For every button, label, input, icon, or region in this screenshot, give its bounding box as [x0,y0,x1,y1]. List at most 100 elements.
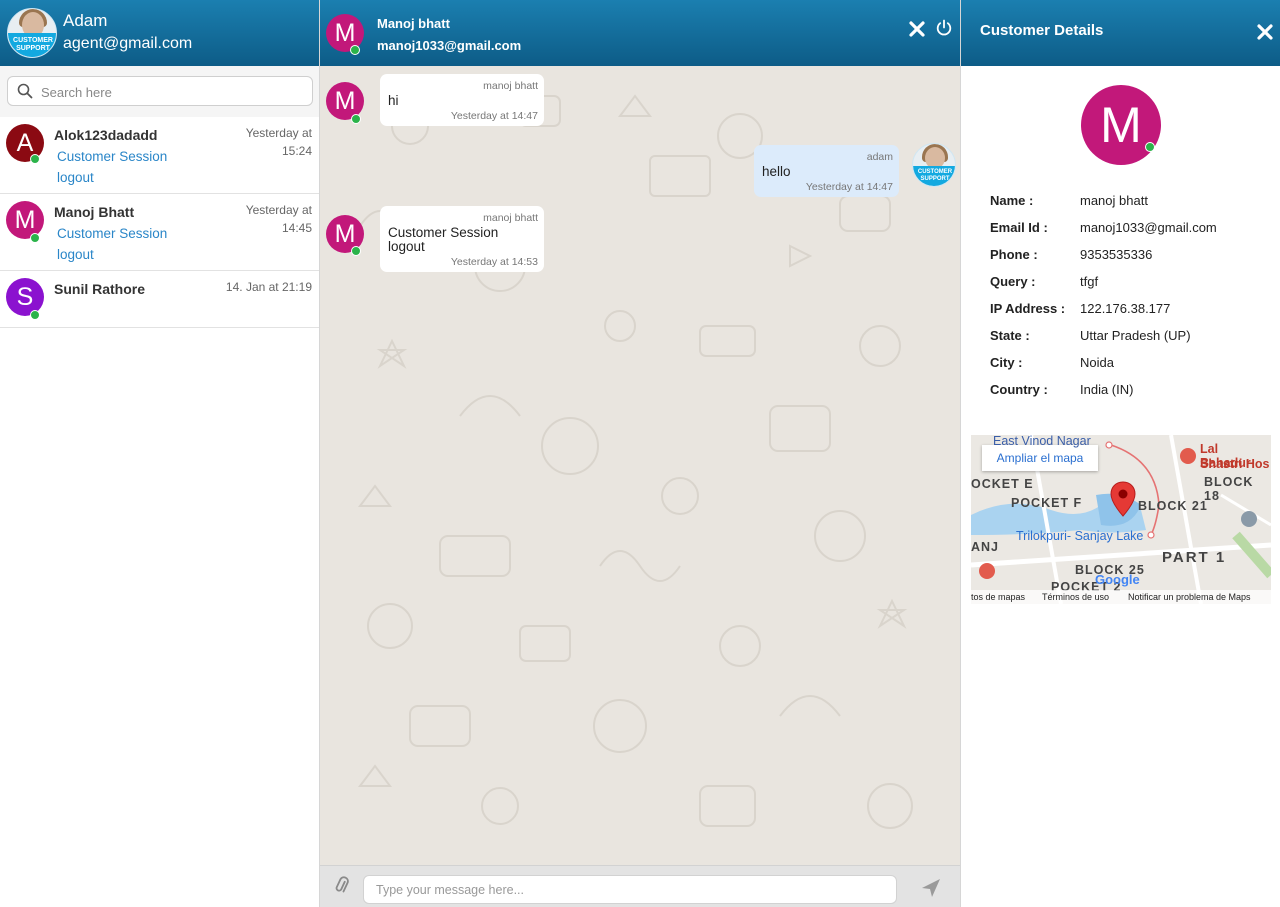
conversation-name: Sunil Rathore [54,281,146,297]
agent-email: agent@gmail.com [63,35,193,52]
detail-row-email: Email Id : manoj1033@gmail.com [990,220,1270,240]
online-status-icon [350,45,360,55]
map-label: Trilokpuri- Sanjay Lake [1016,529,1144,543]
detail-label: IP Address : [990,301,1066,316]
search-input[interactable] [41,82,301,102]
detail-value: 9353535336 [1080,247,1153,262]
search-bar [0,66,319,117]
location-map[interactable]: Ampliar el mapa East Vinod Nagar Lal Bah… [971,435,1271,604]
time-line-1: Yesterday at [245,126,312,140]
peer-name: Manoj bhatt [377,16,450,31]
search-box [7,76,313,106]
map-label: Shastri Hos [1200,457,1270,471]
detail-row-name: Name : manoj bhatt [990,193,1270,213]
message-time: Yesterday at 14:47 [805,181,893,193]
conversation-time: 14. Jan at 21:19 [225,280,312,294]
detail-row-ip: IP Address : 122.176.38.177 [990,301,1270,321]
map-label: East Vinod Nagar [993,435,1091,448]
detail-label: City : [990,355,1023,370]
badge-text-bottom: SUPPORT [920,176,950,182]
compose-bar [320,865,960,907]
expand-map-button[interactable]: Ampliar el mapa [982,445,1098,471]
detail-value: Noida [1080,355,1114,370]
map-label: BLOCK 21 [1138,499,1208,513]
map-label: PART 1 [1162,549,1227,566]
conversation-sidebar: CUSTOMER SUPPORT Adam agent@gmail.com A … [0,0,320,907]
conversation-name: Manoj Bhatt [54,204,135,220]
message-text-line-1: Customer Session [388,225,499,240]
detail-value: manoj bhatt [1080,193,1148,208]
paperclip-icon[interactable] [332,876,352,896]
last-message-line-1: Customer Session [57,226,168,241]
agent-header: CUSTOMER SUPPORT Adam agent@gmail.com [0,0,319,66]
chat-panel: M Manoj bhatt manoj1033@gmail.com M mano… [320,0,960,907]
detail-row-city: City : Noida [990,355,1270,375]
google-logo: Google [1095,572,1140,587]
peer-email: manoj1033@gmail.com [377,38,522,53]
online-status-icon [30,310,40,320]
detail-label: Query : [990,274,1036,289]
online-status-icon [30,233,40,243]
online-status-icon [1145,142,1155,152]
message-sender: manoj bhatt [483,80,538,92]
map-data-link[interactable]: tos de mapas [971,592,1025,602]
conversation-time: Yesterday at 14:45 [222,201,312,237]
detail-label: Phone : [990,247,1038,262]
incoming-message-bubble: manoj bhatt hi Yesterday at 14:47 [380,74,544,126]
time-line-1: Yesterday at [245,203,312,217]
customer-avatar: M [1081,85,1161,165]
detail-row-query: Query : tfgf [990,274,1270,294]
online-status-icon [351,246,361,256]
map-label: ANJ [971,540,1000,554]
search-icon [17,83,33,99]
detail-value: India (IN) [1080,382,1134,397]
map-label: OCKET E [971,477,1034,491]
badge-text-top: CUSTOMER [13,37,53,44]
conversation-item[interactable]: M Manoj Bhatt Yesterday at 14:45 Customer… [0,194,319,271]
message-input[interactable] [363,875,897,904]
send-icon[interactable] [920,877,942,899]
chat-header: M Manoj bhatt manoj1033@gmail.com [320,0,960,66]
incoming-message-bubble: manoj bhatt Customer Session logout Yest… [380,206,544,272]
map-terms-link[interactable]: Términos de uso [1042,592,1109,602]
map-label: BLOCK 18 [1204,475,1254,503]
detail-row-state: State : Uttar Pradesh (UP) [990,328,1270,348]
detail-value: Uttar Pradesh (UP) [1080,328,1191,343]
conversation-name: Alok123dadadd [54,127,158,143]
outgoing-message-bubble: adam hello Yesterday at 14:47 [754,145,899,197]
detail-label: Email Id : [990,220,1048,235]
detail-value: tfgf [1080,274,1099,289]
online-status-icon [30,154,40,164]
detail-label: State : [990,328,1030,343]
message-time: Yesterday at 14:47 [450,110,538,122]
message-text: hi [388,93,399,108]
customer-details-panel: Customer Details M Name : manoj bhatt Em… [960,0,1280,907]
detail-value: manoj1033@gmail.com [1080,220,1217,235]
message-sender: manoj bhatt [483,212,538,224]
agent-message-avatar: CUSTOMER SUPPORT [912,143,956,187]
close-chat-icon[interactable] [908,20,926,38]
last-message-line-1: Customer Session [57,149,168,164]
last-message-line-2: logout [57,247,94,262]
badge-text-bottom: SUPPORT [16,45,50,52]
conversation-item[interactable]: A Alok123dadadd Yesterday at 15:24 Custom… [0,117,319,194]
time-line-2: 14:45 [281,221,312,235]
message-text-line-2: logout [388,239,425,254]
map-label: POCKET F [1011,496,1083,510]
detail-row-country: Country : India (IN) [990,382,1270,402]
badge-text-top: CUSTOMER [917,169,953,175]
conversation-item[interactable]: S Sunil Rathore 14. Jan at 21:19 [0,271,319,328]
power-icon[interactable] [935,19,953,37]
details-header: Customer Details [961,0,1280,66]
message-text: hello [762,164,791,179]
map-report-link[interactable]: Notificar un problema de Maps [1128,592,1251,602]
detail-value: 122.176.38.177 [1080,301,1171,316]
detail-row-phone: Phone : 9353535336 [990,247,1270,267]
agent-avatar[interactable]: CUSTOMER SUPPORT [7,8,57,58]
time-line-2: 15:24 [281,144,312,158]
close-details-icon[interactable] [1256,23,1274,41]
detail-label: Name : [990,193,1034,208]
detail-label: Country : [990,382,1048,397]
agent-name: Adam [63,11,108,30]
message-time: Yesterday at 14:53 [450,256,538,268]
